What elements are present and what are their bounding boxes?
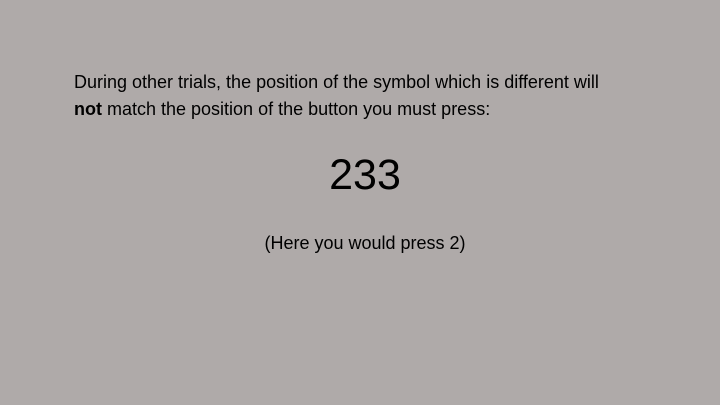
answer-hint: (Here you would press 2) xyxy=(264,233,466,253)
instruction-line-1: During other trials, the position of the… xyxy=(74,72,599,92)
instruction-slide: During other trials, the position of the… xyxy=(0,0,720,405)
instruction-text: During other trials, the position of the… xyxy=(74,69,674,123)
instruction-line-2: not match the position of the button you… xyxy=(74,96,674,123)
instruction-line-2-rest: match the position of the button you mus… xyxy=(101,99,491,119)
stimulus-symbols: 233 xyxy=(329,151,401,199)
emphasis-not: not xyxy=(74,99,102,119)
